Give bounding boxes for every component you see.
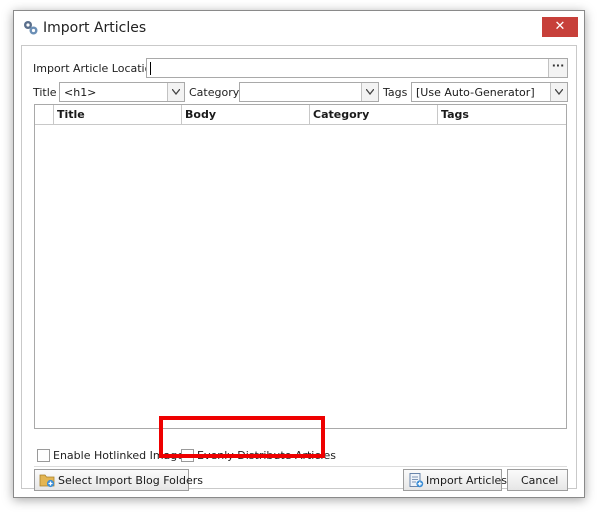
title-select-value: <h1> <box>64 86 97 99</box>
column-header-tags[interactable]: Tags <box>438 105 566 124</box>
category-label: Category <box>189 86 240 99</box>
dialog-body: Import Article Location ··· Title <h1> C… <box>21 45 577 491</box>
import-articles-button[interactable]: Import Articles <box>403 469 507 491</box>
title-select[interactable]: <h1> <box>59 82 185 102</box>
select-import-blog-folders-button[interactable]: Select Import Blog Folders <box>34 469 203 491</box>
column-header-category[interactable]: Category <box>310 105 438 124</box>
articles-grid[interactable]: Title Body Category Tags <box>34 104 567 429</box>
cancel-label: Cancel <box>521 474 559 487</box>
folder-add-icon <box>39 474 55 488</box>
tags-label: Tags <box>383 86 408 99</box>
column-header-title[interactable]: Title <box>54 105 182 124</box>
tags-dropdown-button[interactable] <box>550 83 567 101</box>
close-button[interactable]: ✕ <box>542 17 578 37</box>
cancel-button[interactable]: Cancel <box>507 469 568 491</box>
window-title: Import Articles <box>43 20 147 36</box>
grid-header: Title Body Category Tags <box>35 105 566 125</box>
tags-select-value: [Use Auto-Generator] <box>416 86 535 99</box>
footer-divider <box>34 466 567 467</box>
import-document-icon <box>409 473 424 488</box>
distribute-articles-label[interactable]: Evenly Distribute Articles <box>197 449 336 462</box>
chevron-down-icon <box>555 89 563 95</box>
location-input[interactable]: ··· <box>146 58 568 78</box>
hotlinked-images-checkbox[interactable] <box>37 449 50 462</box>
hotlinked-images-label[interactable]: Enable Hotlinked Images <box>53 449 190 462</box>
category-dropdown-button[interactable] <box>361 83 378 101</box>
title-dropdown-button[interactable] <box>167 83 184 101</box>
column-header-body[interactable]: Body <box>182 105 310 124</box>
distribute-articles-checkbox[interactable] <box>181 449 194 462</box>
category-select[interactable] <box>239 82 379 102</box>
text-caret <box>150 62 151 75</box>
browse-button[interactable]: ··· <box>548 59 567 77</box>
location-label: Import Article Location <box>33 62 159 75</box>
row-indicator-header <box>35 105 54 124</box>
select-folders-label: Select Import Blog Folders <box>58 474 203 487</box>
title-bar: Import Articles ✕ <box>14 11 584 45</box>
import-articles-dialog: Import Articles ✕ Import Article Locatio… <box>13 10 585 498</box>
chevron-down-icon <box>172 89 180 95</box>
chevron-down-icon <box>366 89 374 95</box>
title-label: Title <box>33 86 57 99</box>
import-articles-label: Import Articles <box>426 474 508 487</box>
gears-icon <box>24 21 38 35</box>
tags-select[interactable]: [Use Auto-Generator] <box>411 82 568 102</box>
